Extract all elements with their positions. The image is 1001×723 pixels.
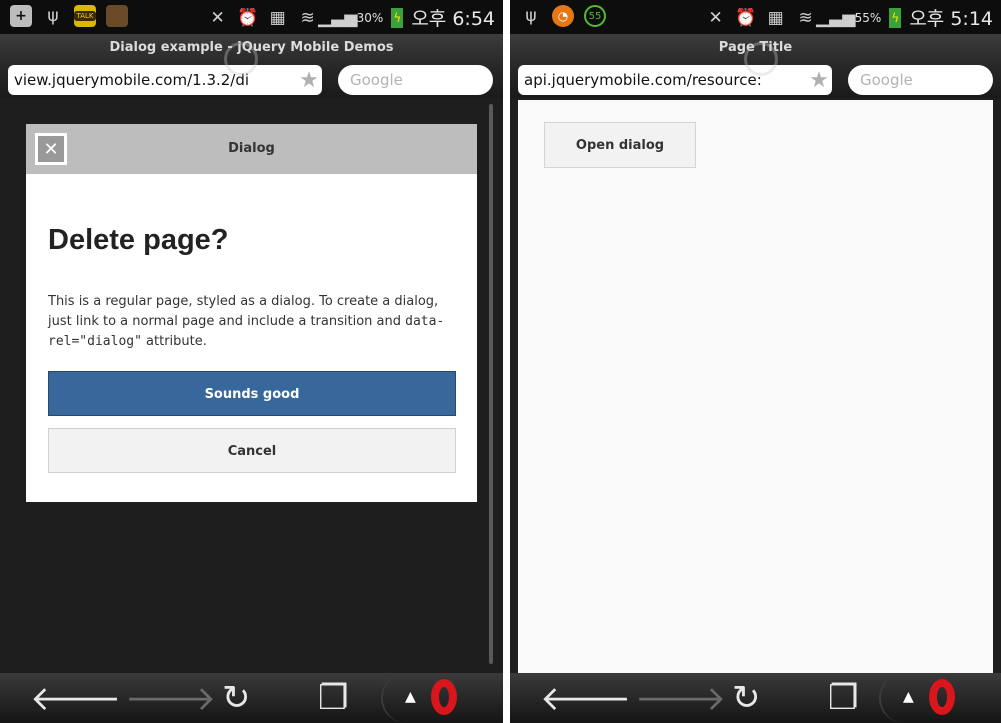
bookmark-star-icon[interactable]: ★	[296, 68, 322, 93]
battery-charging-icon: ϟ	[889, 7, 902, 28]
bookmark-star-icon[interactable]: ★	[806, 68, 832, 93]
browser-nav-bar: 🡐 🡒 ↻ ❐ ▲	[0, 673, 503, 723]
wifi-icon: ≋	[798, 7, 813, 28]
status-clock: 오후 6:54	[411, 8, 495, 30]
signal-icon: ▁▃▅	[816, 7, 856, 28]
page-viewport: Open dialog	[518, 100, 993, 673]
dialog: ✕ Dialog Delete page? This is a regular …	[26, 124, 477, 502]
search-field[interactable]: Google	[338, 65, 493, 95]
battery-charging-icon: ϟ	[391, 7, 404, 28]
plus-icon: +	[10, 5, 32, 27]
status-bar: + ψ TALK ✕ ⏰ ▦ ≋ ▁▃▅ 30% ϟ 오후 6:54	[0, 0, 503, 34]
scrollbar[interactable]	[489, 104, 493, 664]
body-text-part1: This is a regular page, styled as a dial…	[48, 294, 439, 329]
kakaotalk-label: TALK	[74, 11, 96, 21]
orange-app-icon: ◔	[552, 5, 574, 27]
browser-nav-bar: 🡐 🡒 ↻ ❐ ▲	[510, 673, 1001, 723]
loading-indicator-icon	[744, 42, 778, 76]
alarm-icon: ⏰	[237, 7, 259, 28]
left-phone-screen: + ψ TALK ✕ ⏰ ▦ ≋ ▁▃▅ 30% ϟ 오후 6:54 Dialo…	[0, 0, 503, 723]
opera-icon	[431, 679, 457, 715]
dialog-header: ✕ Dialog	[26, 124, 477, 174]
signal-icon: ▁▃▅	[318, 7, 358, 28]
opera-menu-button[interactable]: ▲	[879, 673, 1001, 723]
tabs-icon[interactable]: ❐	[318, 678, 348, 718]
mute-icon: ✕	[210, 7, 225, 28]
battery-percent: 55%	[854, 10, 882, 25]
open-dialog-button[interactable]: Open dialog	[544, 122, 696, 168]
mute-icon: ✕	[708, 7, 723, 28]
url-text: view.jquerymobile.com/1.3.2/di	[14, 71, 250, 89]
usb-icon: ψ	[525, 6, 537, 26]
sounds-good-button[interactable]: Sounds good	[48, 371, 456, 416]
wifi-icon: ≋	[300, 7, 315, 28]
dialog-title: Dialog	[228, 141, 275, 156]
menu-up-icon: ▲	[903, 689, 914, 705]
url-field[interactable]: api.jquerymobile.com/resource: ★	[518, 65, 832, 95]
back-arrow-icon[interactable]: 🡐	[540, 679, 631, 719]
storage-icon: ▦	[269, 7, 286, 28]
status-bar: ψ ◔ 55 ✕ ⏰ ▦ ≋ ▁▃▅ 55% ϟ 오후 5:14	[510, 0, 1001, 34]
url-field[interactable]: view.jquerymobile.com/1.3.2/di ★	[8, 65, 322, 95]
back-arrow-icon[interactable]: 🡐	[30, 679, 121, 719]
forward-arrow-icon: 🡒	[125, 678, 217, 719]
game-icon	[106, 5, 128, 27]
body-text-part2: attribute.	[141, 334, 207, 349]
dialog-body-text: This is a regular page, styled as a dial…	[48, 292, 455, 352]
loading-indicator-icon	[224, 42, 258, 76]
reload-icon[interactable]: ↻	[222, 678, 251, 718]
battery-percent: 30%	[356, 10, 384, 25]
alarm-icon: ⏰	[735, 7, 757, 28]
badge-55-icon: 55	[584, 5, 606, 27]
kakaotalk-icon: TALK	[74, 5, 96, 27]
opera-menu-button[interactable]: ▲	[381, 673, 503, 723]
page-viewport: ✕ Dialog Delete page? This is a regular …	[8, 100, 495, 673]
search-field[interactable]: Google	[848, 65, 993, 95]
opera-icon	[929, 679, 955, 715]
usb-icon: ψ	[47, 6, 59, 26]
right-phone-screen: ψ ◔ 55 ✕ ⏰ ▦ ≋ ▁▃▅ 55% ϟ 오후 5:14 Page Ti…	[510, 0, 1001, 723]
forward-arrow-icon: 🡒	[635, 678, 727, 719]
menu-up-icon: ▲	[405, 689, 416, 705]
cancel-button[interactable]: Cancel	[48, 428, 456, 473]
storage-icon: ▦	[767, 7, 784, 28]
tabs-icon[interactable]: ❐	[828, 678, 858, 718]
reload-icon[interactable]: ↻	[732, 678, 761, 718]
dialog-heading: Delete page?	[48, 224, 229, 256]
status-clock: 오후 5:14	[909, 8, 993, 30]
